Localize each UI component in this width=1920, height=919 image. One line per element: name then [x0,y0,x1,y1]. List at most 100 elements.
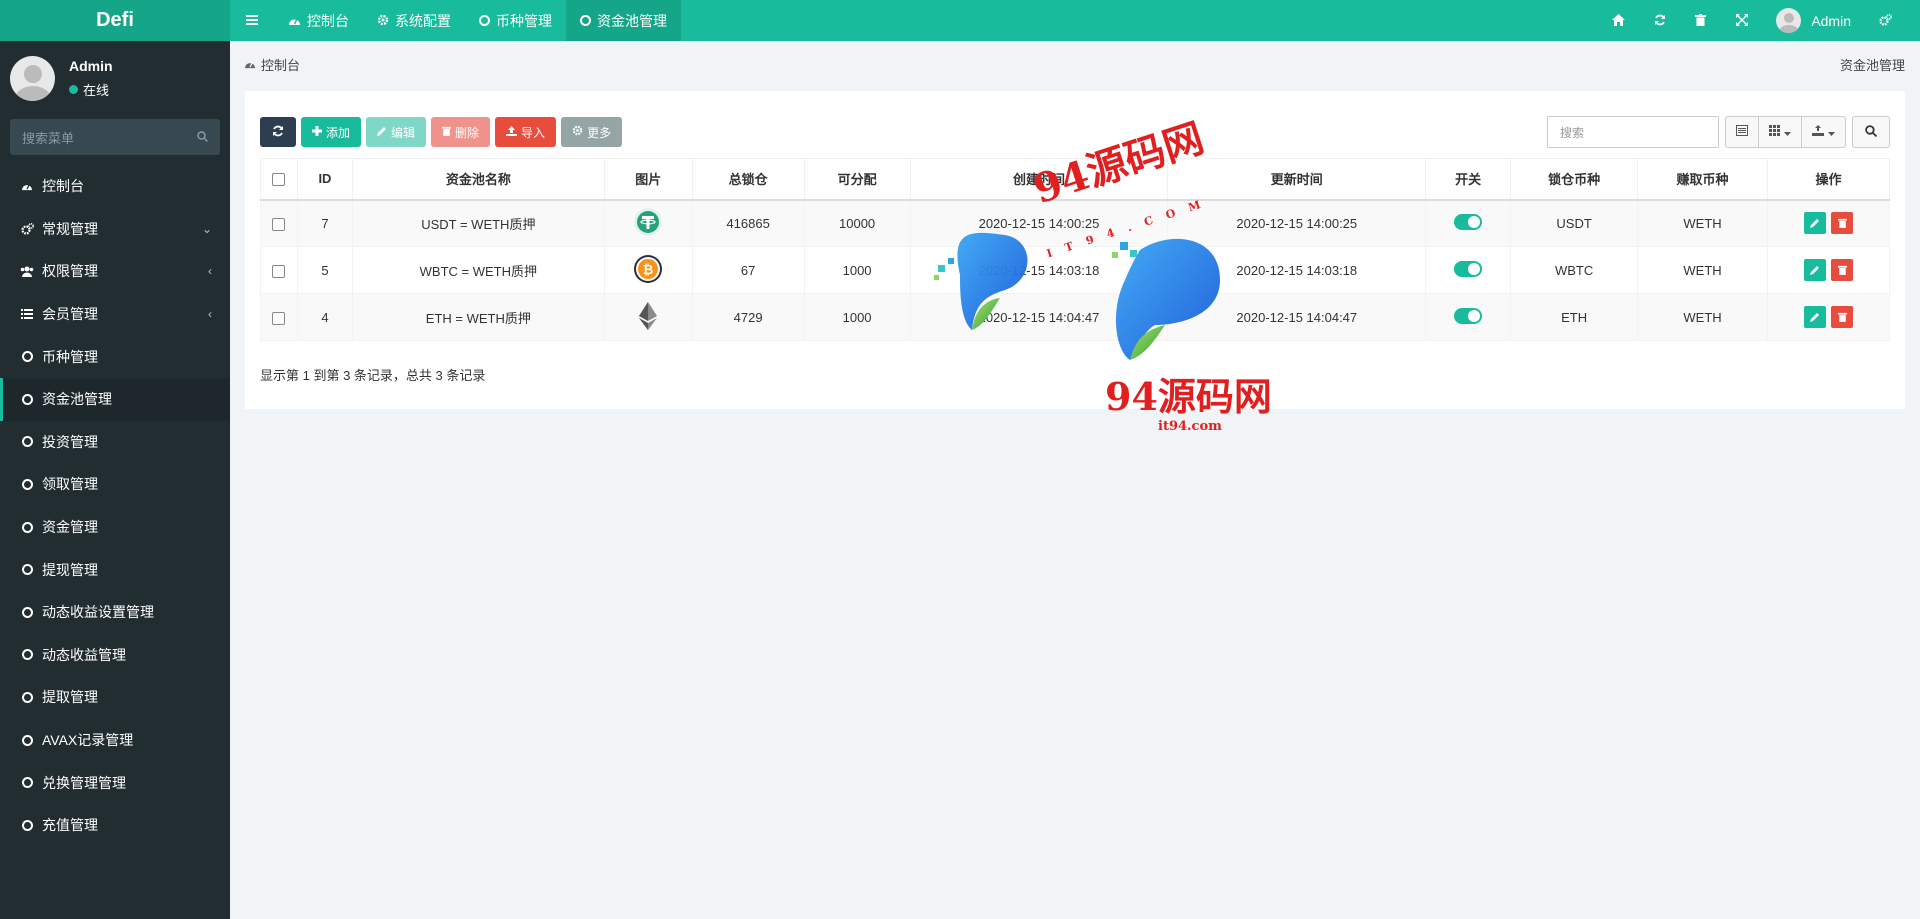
col-switch[interactable]: 开关 [1425,158,1512,201]
cell-updated: 2020-12-15 14:03:18 [1167,246,1427,294]
main-content: 控制台 资金池管理 添加 编辑 删除 导入 更多 搜索 ID 资金池名称 图片 … [230,41,1920,919]
sidebar-item-label: 提取管理 [42,689,98,706]
col-image[interactable]: 图片 [603,158,693,201]
col-total-locked[interactable]: 总锁仓 [691,158,805,201]
sidebar-item-permissions[interactable]: 权限管理 ‹ [0,250,230,293]
user-menu[interactable]: Admin [1762,8,1865,33]
sidebar-item-coins[interactable]: 币种管理 [0,335,230,378]
sidebar-item-claims[interactable]: 领取管理 [0,463,230,506]
sidebar-item-exchange[interactable]: 兑换管理管理 [0,761,230,804]
row-checkbox[interactable] [272,311,286,325]
pagination-info: 显示第 1 到第 3 条记录，总共 3 条记录 [260,368,486,383]
sidebar-item-dashboard[interactable]: 控制台 [0,165,230,208]
status-toggle[interactable] [1454,260,1483,277]
clear-cache-button[interactable] [1680,0,1721,41]
cell-actions [1767,246,1890,294]
cell-image [603,199,693,247]
list-alt-icon [1736,125,1748,139]
home-button[interactable] [1598,0,1639,41]
row-edit-button[interactable] [1803,212,1826,235]
circle-icon [20,734,34,746]
top-tabs: 控制台 系统配置 币种管理 资金池管理 [230,0,681,41]
caret-down-icon [1784,125,1791,139]
cell-created: 2020-12-15 14:00:25 [909,199,1169,247]
table-search-input[interactable]: 搜索 [1547,116,1719,148]
col-allocatable[interactable]: 可分配 [803,158,911,201]
row-delete-button[interactable] [1831,306,1854,328]
row-checkbox[interactable] [272,264,286,278]
sidebar-item-label: 领取管理 [42,476,98,493]
more-button[interactable]: 更多 [561,117,623,147]
toggle-card-view-button[interactable] [1726,117,1759,147]
sidebar-item-extraction[interactable]: 提取管理 [0,676,230,719]
sidebar-item-recharge[interactable]: 充值管理 [0,804,230,847]
menu-search-input[interactable]: 搜索菜单 [10,119,220,155]
col-created-time[interactable]: 创建时间 [909,158,1169,201]
search-icon [197,130,209,145]
add-label: 添加 [326,125,351,140]
delete-button[interactable]: 删除 [431,117,491,147]
col-name[interactable]: 资金池名称 [351,158,605,201]
fullscreen-button[interactable] [1721,0,1762,41]
col-earn-coin[interactable]: 赚取币种 [1637,158,1768,201]
cell-created: 2020-12-15 14:04:47 [909,293,1169,341]
row-delete-button[interactable] [1831,212,1854,235]
search-toggle-button[interactable] [1852,116,1890,148]
sidebar-item-general[interactable]: 常规管理 ⌄ [0,208,230,251]
row-delete-button[interactable] [1831,259,1854,281]
sidebar-item-dynamic-income[interactable]: 动态收益管理 [0,634,230,677]
row-edit-button[interactable] [1803,306,1826,328]
sidebar-item-pools[interactable]: 资金池管理 [0,377,230,421]
cell-image: ₿ [603,246,693,294]
tab-coin-management[interactable]: 币种管理 [465,0,566,41]
pencil-icon [1809,263,1820,278]
tab-pool-management[interactable]: 资金池管理 [566,0,681,41]
app-logo[interactable]: Defi [0,0,230,41]
select-all-checkbox[interactable] [272,173,286,187]
table-header-row: ID 资金池名称 图片 总锁仓 可分配 创建时间 更新时间 开关 锁仓币种 赚取… [260,158,1890,201]
sidebar-item-withdrawals[interactable]: 提现管理 [0,548,230,591]
circle-icon [20,351,34,363]
col-updated-time[interactable]: 更新时间 [1167,158,1427,201]
sidebar-item-label: 会员管理 [42,306,98,323]
tab-label: 资金池管理 [597,12,667,29]
row-select-cell [260,199,298,247]
edit-button[interactable]: 编辑 [366,117,427,147]
pool-panel: 添加 编辑 删除 导入 更多 搜索 ID 资金池名称 图片 总锁仓 可分配 创建… [245,91,1905,409]
status-toggle[interactable] [1454,307,1483,324]
sidebar-item-funds[interactable]: 资金管理 [0,506,230,549]
breadcrumb-home[interactable]: 控制台 [244,55,300,74]
sidebar-item-investments[interactable]: 投资管理 [0,421,230,464]
status-toggle[interactable] [1454,213,1483,230]
cell-total: 67 [691,246,805,294]
online-status: 在线 [69,80,113,99]
sidebar-toggle-button[interactable] [230,0,274,41]
circle-icon [20,691,34,703]
th-icon [1769,125,1780,139]
sidebar-item-members[interactable]: 会员管理 ‹ [0,293,230,336]
sidebar-item-dynamic-settings[interactable]: 动态收益设置管理 [0,591,230,634]
cogs-icon [1879,13,1893,29]
col-id[interactable]: ID [296,158,353,201]
import-label: 导入 [521,125,546,140]
cell-total: 416865 [691,199,805,247]
row-checkbox[interactable] [272,217,286,231]
sidebar-item-avax-records[interactable]: AVAX记录管理 [0,719,230,762]
col-lock-coin[interactable]: 锁仓币种 [1510,158,1639,201]
settings-button[interactable] [1865,0,1906,41]
row-edit-button[interactable] [1803,259,1826,281]
status-text: 在线 [83,82,110,98]
refresh-button[interactable] [1639,0,1680,41]
sidebar-item-label: 币种管理 [42,348,98,365]
export-dropdown-button[interactable] [1802,117,1845,147]
refresh-table-button[interactable] [260,117,296,147]
sidebar-item-label: 常规管理 [42,220,98,237]
tab-system-config[interactable]: 系统配置 [363,0,465,41]
cell-updated: 2020-12-15 14:00:25 [1167,199,1427,247]
circle-icon [20,436,34,448]
tab-dashboard[interactable]: 控制台 [274,0,363,41]
import-button[interactable]: 导入 [495,117,557,147]
circle-icon [20,606,34,618]
columns-dropdown-button[interactable] [1759,117,1802,147]
add-button[interactable]: 添加 [301,117,362,147]
